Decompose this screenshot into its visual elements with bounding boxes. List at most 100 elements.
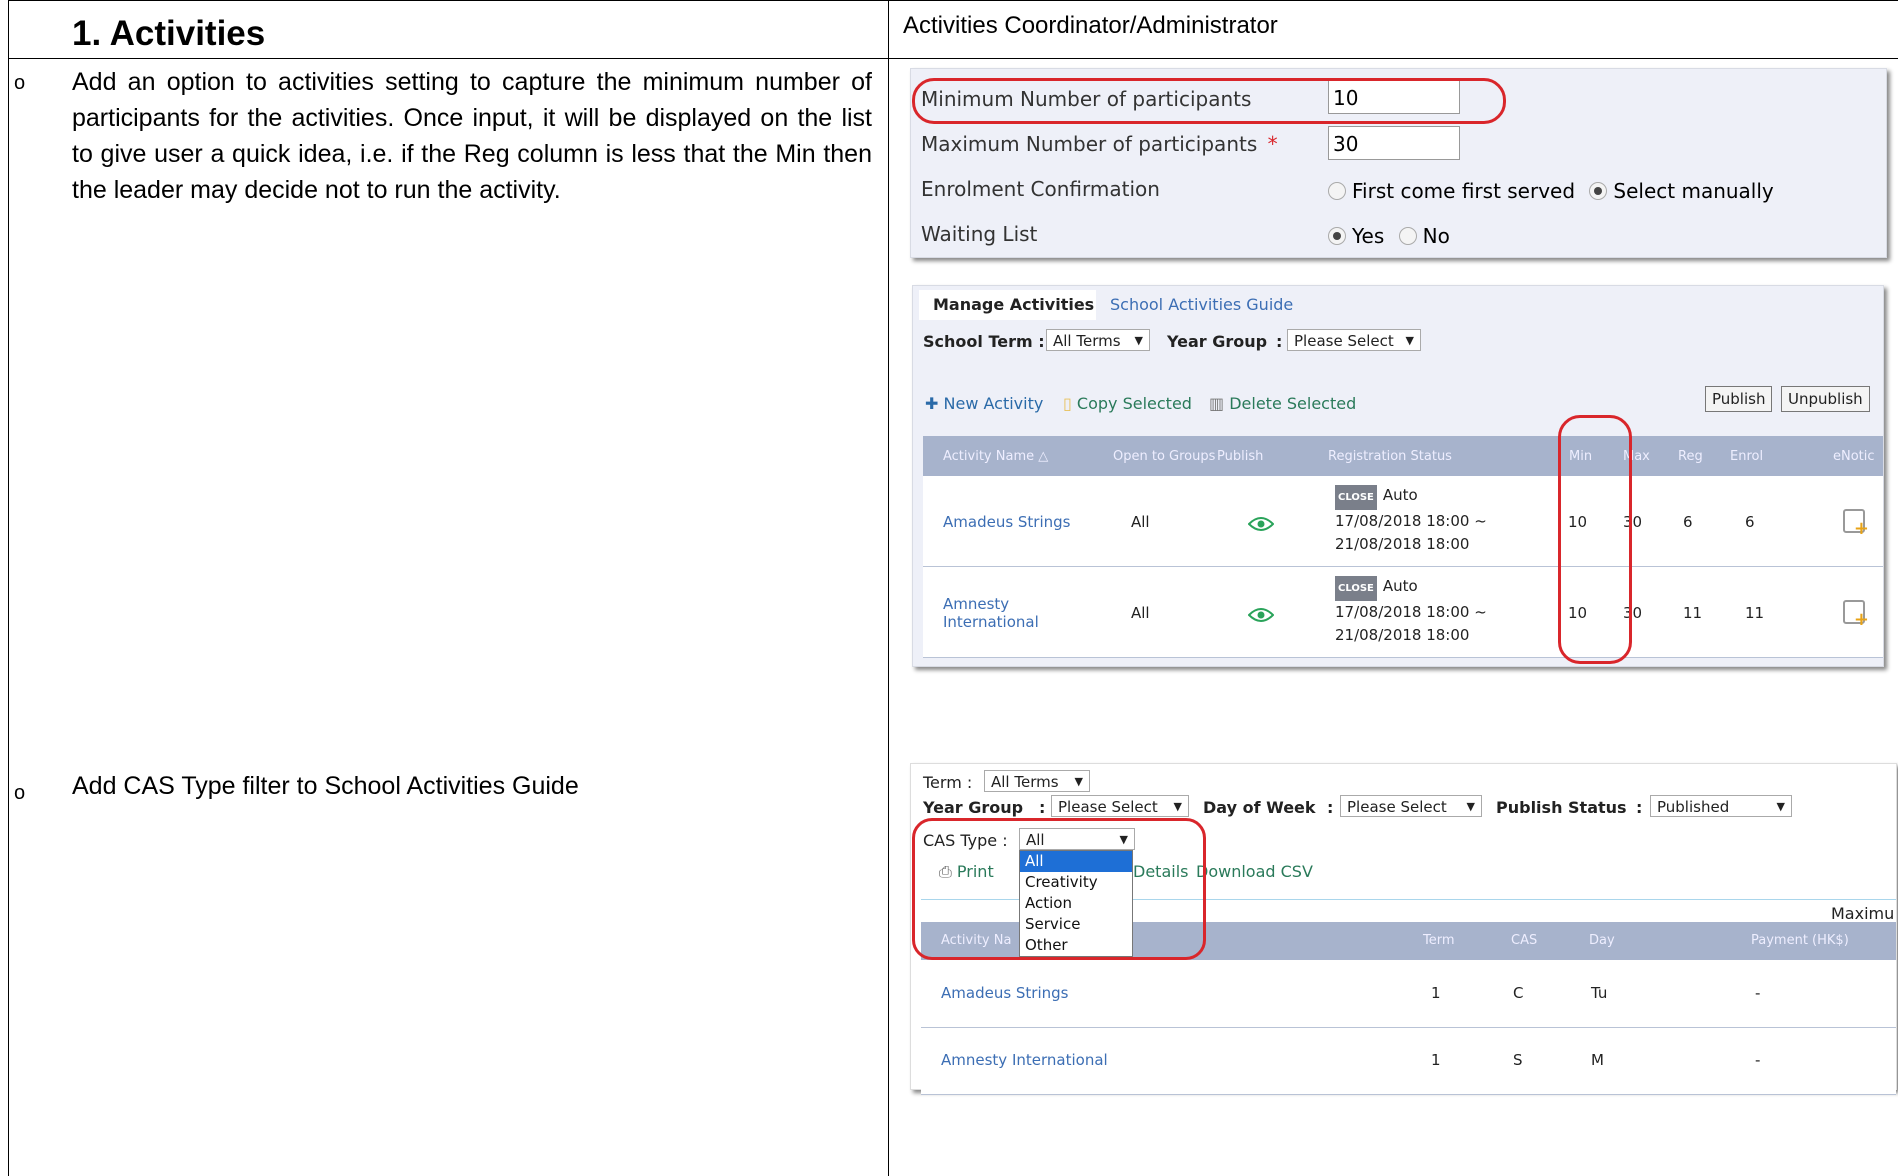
- delete-selected-button[interactable]: ▥ Delete Selected: [1209, 394, 1356, 413]
- tab-school-activities-guide[interactable]: School Activities Guide: [1096, 290, 1308, 320]
- note-add-icon[interactable]: [1843, 600, 1869, 630]
- publish-status-label: Publish Status: [1496, 798, 1627, 817]
- copy-icon: ▯: [1063, 394, 1072, 413]
- plus-icon: ✚: [925, 394, 939, 413]
- max-participants-input[interactable]: 30: [1328, 126, 1460, 160]
- guide-term-value: All Terms: [991, 773, 1059, 791]
- waiting-list-options: Yes No: [1328, 224, 1450, 248]
- dropdown-arrow-icon: ▼: [1776, 800, 1785, 813]
- school-term-select[interactable]: All Terms ▼: [1046, 329, 1150, 351]
- school-term-value: All Terms: [1053, 332, 1121, 350]
- bullet-marker-2: o: [14, 782, 26, 804]
- open-to-groups-value: All: [1131, 513, 1150, 531]
- table-border-middle: [888, 0, 889, 1176]
- registration-status: CLOSE Auto 17/08/2018 18:00 ~ 21/08/2018 …: [1335, 484, 1487, 556]
- table-row: Amnesty International All CLOSE Auto 17/0…: [923, 567, 1883, 658]
- table-border-top: [8, 0, 1898, 1]
- col-day: Day: [1589, 933, 1615, 948]
- term-value: 1: [1431, 1051, 1441, 1069]
- publish-button[interactable]: Publish: [1705, 386, 1773, 412]
- document-page: 1. Activities Activities Coordinator/Adm…: [0, 0, 1898, 1176]
- col-open-to-groups: Open to Groups: [1113, 449, 1216, 464]
- activity-name-link[interactable]: Amnesty International: [943, 595, 1039, 631]
- registration-from: 17/08/2018 18:00 ~: [1335, 603, 1487, 621]
- registration-to: 21/08/2018 18:00: [1335, 535, 1470, 553]
- day-colon: :: [1327, 798, 1334, 817]
- note-add-icon[interactable]: [1843, 509, 1869, 539]
- guide-term-label: Term :: [923, 773, 973, 792]
- close-badge: CLOSE: [1335, 576, 1377, 601]
- day-of-week-label: Day of Week: [1203, 798, 1316, 817]
- registration-mode: Auto: [1382, 486, 1418, 504]
- col-cas: CAS: [1511, 933, 1538, 948]
- open-to-groups-value: All: [1131, 604, 1150, 622]
- registration-mode: Auto: [1382, 577, 1418, 595]
- waiting-list-label: Waiting List: [921, 222, 1038, 246]
- manage-activities-panel: Manage Activities School Activities Guid…: [912, 285, 1884, 667]
- activity-name-link[interactable]: Amadeus Strings: [943, 513, 1071, 531]
- col-publish: Publish: [1217, 449, 1264, 464]
- radio-first-come[interactable]: [1328, 182, 1346, 200]
- guide-term-select[interactable]: All Terms ▼: [984, 770, 1090, 792]
- min-highlight-ring: [912, 78, 1506, 124]
- day-of-week-value: Please Select: [1347, 798, 1447, 816]
- close-badge: CLOSE: [1335, 485, 1377, 510]
- table-row: Amadeus Strings 1 C Tu -: [921, 961, 1896, 1028]
- activity-name-link[interactable]: Amnesty International: [941, 1051, 1108, 1069]
- cas-value: S: [1513, 1051, 1523, 1069]
- select-manually-label: Select manually: [1613, 179, 1774, 203]
- table-border-left: [8, 0, 9, 1176]
- unpublish-button[interactable]: Unpublish: [1781, 386, 1870, 412]
- publish-status-colon: :: [1636, 798, 1643, 817]
- download-csv-link[interactable]: Download CSV: [1196, 862, 1313, 881]
- dropdown-arrow-icon: ▼: [1134, 334, 1143, 347]
- day-value: M: [1591, 1051, 1604, 1069]
- copy-selected-label: Copy Selected: [1076, 394, 1192, 413]
- year-group-select[interactable]: Please Select ▼: [1287, 329, 1421, 351]
- radio-waiting-no[interactable]: [1398, 227, 1417, 245]
- waiting-no-label: No: [1422, 224, 1450, 248]
- year-group-label: Year Group: [1167, 332, 1268, 351]
- radio-waiting-yes[interactable]: [1328, 227, 1346, 245]
- max-participants-text: Maximum Number of participants: [921, 132, 1258, 156]
- tab-manage-activities[interactable]: Manage Activities: [919, 290, 1109, 320]
- radio-select-manually[interactable]: [1589, 182, 1608, 200]
- publish-status-select[interactable]: Published ▼: [1650, 795, 1792, 817]
- guide-year-label: Year Group: [923, 798, 1024, 817]
- reg-value: 11: [1683, 604, 1703, 622]
- max-participants-label: Maximum Number of participants *: [921, 132, 1278, 156]
- col-term: Term: [1423, 933, 1455, 948]
- eye-icon[interactable]: [1248, 607, 1274, 623]
- term-value: 1: [1431, 984, 1441, 1002]
- dropdown-arrow-icon: ▼: [1405, 334, 1414, 347]
- enrol-value: 11: [1745, 604, 1765, 622]
- table-row: Amadeus Strings All CLOSE Auto 17/08/2018…: [923, 476, 1883, 567]
- section-heading: 1. Activities: [72, 14, 266, 53]
- enrolment-options: First come first served Select manually: [1328, 179, 1774, 203]
- trash-icon: ▥: [1209, 394, 1225, 413]
- requirement-text-2: Add CAS Type filter to School Activities…: [72, 772, 579, 800]
- copy-selected-button[interactable]: ▯ Copy Selected: [1063, 394, 1192, 413]
- activity-name-link[interactable]: Amadeus Strings: [941, 984, 1069, 1002]
- maximum-column-label: Maximu: [1831, 904, 1895, 923]
- required-mark: *: [1267, 132, 1278, 156]
- new-activity-button[interactable]: ✚ New Activity: [925, 394, 1043, 413]
- year-group-colon: :: [1276, 332, 1283, 351]
- enrol-value: 6: [1745, 513, 1755, 531]
- role-heading: Activities Coordinator/Administrator: [903, 12, 1278, 39]
- registration-status: CLOSE Auto 17/08/2018 18:00 ~ 21/08/2018 …: [1335, 575, 1487, 647]
- day-of-week-select[interactable]: Please Select ▼: [1340, 795, 1482, 817]
- guide-year-select[interactable]: Please Select ▼: [1051, 795, 1189, 817]
- eye-icon[interactable]: [1248, 516, 1274, 532]
- delete-selected-label: Delete Selected: [1229, 394, 1357, 413]
- col-enrol: Enrol: [1730, 449, 1764, 464]
- requirement-text-1: Add an option to activities setting to c…: [72, 68, 872, 204]
- table-header-divider: [8, 58, 1898, 59]
- cas-value: C: [1513, 984, 1524, 1002]
- col-activity-name[interactable]: Activity Name △: [943, 449, 1048, 464]
- dropdown-arrow-icon: ▼: [1074, 775, 1083, 788]
- guide-year-colon: :: [1039, 798, 1046, 817]
- first-come-label: First come first served: [1352, 179, 1576, 203]
- reg-value: 6: [1683, 513, 1693, 531]
- dropdown-arrow-icon: ▼: [1466, 800, 1475, 813]
